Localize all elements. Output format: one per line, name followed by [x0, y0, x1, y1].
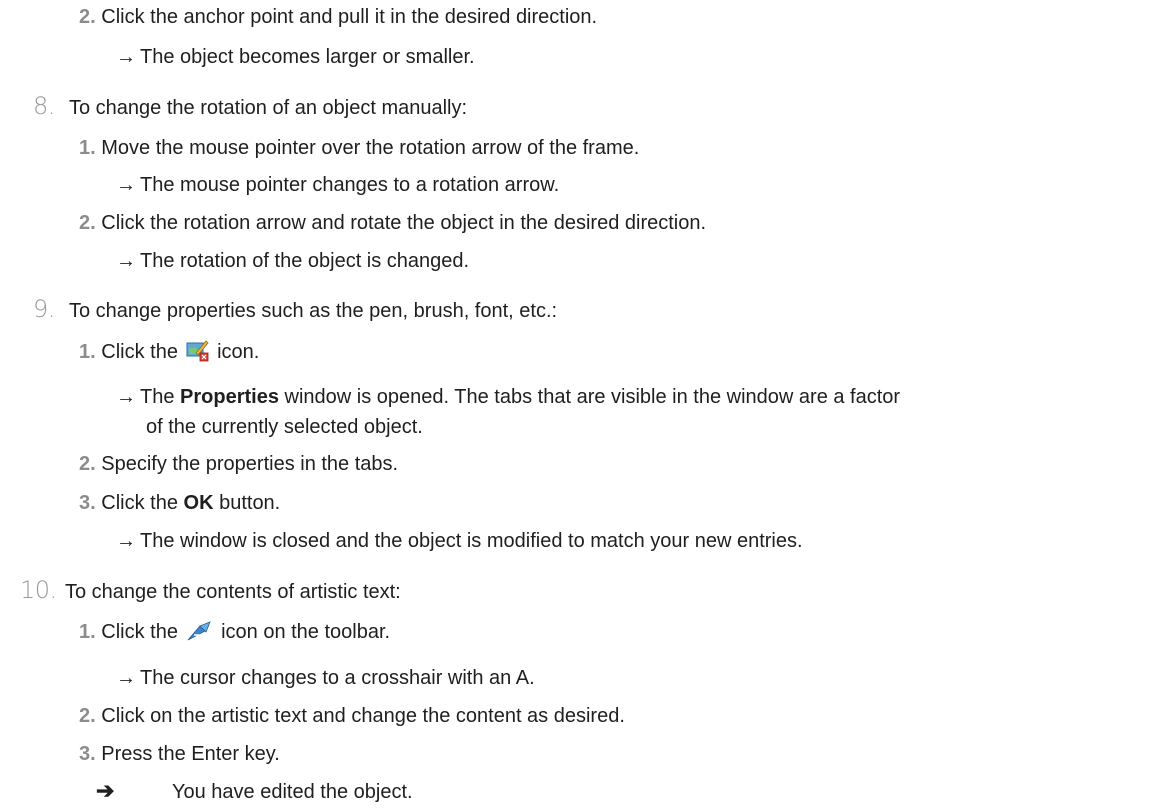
result-arrow-icon: → — [116, 46, 136, 68]
properties-window-name: Properties — [180, 386, 279, 408]
step-text: To change the rotation of an object manu… — [69, 97, 468, 119]
substep-row: 2. Click the rotation arrow and rotate t… — [79, 210, 706, 236]
substep-text: Click the rotation arrow and rotate the … — [101, 212, 707, 234]
substep-row: 3. Press the Enter key. — [79, 741, 280, 767]
substep-number: 2. — [79, 6, 96, 28]
substep-text-after: icon on the toolbar. — [221, 621, 391, 643]
result-text: The rotation of the object is changed. — [140, 250, 470, 272]
substep-text: Specify the properties in the tabs. — [101, 453, 399, 475]
result-text-cont: window is opened. The tabs that are visi… — [284, 386, 901, 408]
step-row: 10. To change the contents of artistic te… — [20, 577, 401, 605]
result-text: The cursor changes to a crosshair with a… — [140, 667, 535, 689]
step-row: 9. To change properties such as the pen, … — [33, 296, 557, 324]
result-text: The mouse pointer changes to a rotation … — [140, 174, 560, 196]
result-row: → The object becomes larger or smaller. — [116, 44, 475, 70]
final-result-text: You have edited the object. — [172, 781, 413, 803]
instruction-page: 2. Click the anchor point and pull it in… — [0, 0, 1162, 811]
final-arrow-icon: ➔ — [96, 778, 115, 803]
substep-text: Press the Enter key. — [101, 743, 280, 765]
substep-number: 3. — [79, 492, 96, 514]
final-result-row: ➔ You have edited the object. — [96, 778, 413, 805]
substep-row: 2. Click the anchor point and pull it in… — [79, 4, 597, 30]
substep-text: Click the anchor point and pull it in th… — [101, 6, 598, 28]
step-number: 9. — [33, 295, 55, 323]
substep-row: 2. Specify the properties in the tabs. — [79, 451, 398, 477]
result-wrap-row: of the currently selected object. — [146, 414, 423, 440]
step-number: 8. — [33, 92, 55, 120]
result-arrow-icon: → — [116, 174, 136, 196]
result-row: → The mouse pointer changes to a rotation… — [116, 172, 559, 198]
step-number: 10. — [20, 576, 57, 604]
substep-text: Click the — [101, 492, 178, 514]
substep-number: 3. — [79, 743, 96, 765]
result-text-wrap: of the currently selected object. — [146, 416, 423, 438]
substep-text: Click the — [101, 621, 178, 643]
step-row: 8. To change the rotation of an object ma… — [33, 93, 467, 121]
substep-number: 2. — [79, 212, 96, 234]
step-text: To change properties such as the pen, br… — [69, 300, 558, 322]
substep-number: 2. — [79, 705, 96, 727]
result-row: → The rotation of the object is changed. — [116, 248, 469, 274]
substep-number: 2. — [79, 453, 96, 475]
substep-text-after: button. — [219, 492, 281, 514]
substep-text: Click on the artistic text and change th… — [101, 705, 625, 727]
result-text: The window is closed and the object is m… — [140, 530, 803, 552]
result-row: → The Properties window is opened. The ta… — [116, 384, 900, 410]
substep-number: 1. — [79, 341, 96, 363]
substep-row: 3. Click the OK button. — [79, 490, 280, 516]
substep-text: Move the mouse pointer over the rotation… — [101, 137, 640, 159]
properties-icon — [186, 338, 210, 369]
step-text: To change the contents of artistic text: — [65, 581, 401, 603]
substep-row: 2. Click on the artistic text and change… — [79, 703, 625, 729]
ok-button-name: OK — [183, 492, 214, 514]
result-arrow-icon: → — [116, 530, 136, 552]
result-row: → The window is closed and the object is … — [116, 528, 803, 554]
result-arrow-icon: → — [116, 250, 136, 272]
result-arrow-icon: → — [116, 667, 136, 689]
substep-text: Click the — [101, 341, 178, 363]
result-arrow-icon: → — [116, 386, 136, 408]
substep-row: 1. Click the icon. — [79, 338, 259, 369]
result-row: → The cursor changes to a crosshair with … — [116, 665, 535, 691]
substep-number: 1. — [79, 621, 96, 643]
substep-text-after: icon. — [217, 341, 260, 363]
substep-row: 1. Click the icon on the toolbar. — [79, 619, 390, 649]
substep-row: 1. Move the mouse pointer over the rotat… — [79, 135, 639, 161]
substep-number: 1. — [79, 137, 96, 159]
artistic-text-icon — [186, 620, 214, 649]
result-text: The — [140, 386, 175, 408]
result-text: The object becomes larger or smaller. — [140, 46, 475, 68]
